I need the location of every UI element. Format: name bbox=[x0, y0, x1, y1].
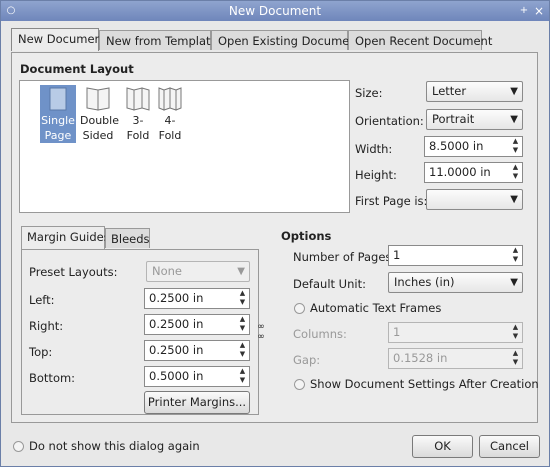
spin-arrows-icon[interactable]: ▲ ▼ bbox=[510, 349, 521, 368]
options-heading: Options bbox=[281, 229, 332, 243]
number-of-pages-label: Number of Pages: bbox=[293, 250, 396, 264]
bottom-margin-value: 0.5000 in bbox=[149, 369, 204, 383]
link-margins-icon[interactable]: ∞ ∞ bbox=[257, 322, 265, 342]
three-fold-icon bbox=[126, 87, 150, 111]
spin-arrows-icon[interactable]: ▲ ▼ bbox=[510, 246, 521, 265]
gap-label: Gap: bbox=[293, 353, 321, 367]
layout-double-sided[interactable]: Double Sided bbox=[80, 85, 119, 143]
close-icon[interactable]: × bbox=[532, 4, 546, 18]
double-sided-icon bbox=[86, 87, 110, 111]
orientation-label: Orientation: bbox=[355, 114, 424, 128]
bottom-margin-label: Bottom: bbox=[29, 371, 76, 385]
top-margin-label: Top: bbox=[29, 345, 53, 359]
show-settings-label: Show Document Settings After Creation bbox=[310, 377, 539, 391]
four-fold-icon bbox=[158, 87, 182, 111]
width-value: 8.5000 in bbox=[429, 139, 484, 153]
size-label: Size: bbox=[355, 86, 383, 100]
title-bar: ○ New Document + × bbox=[1, 1, 549, 21]
document-layout-list[interactable]: Single Page Double Sided 3- Fold 4- Fold bbox=[19, 80, 350, 213]
columns-value: 1 bbox=[393, 325, 401, 339]
preset-layouts-value: None bbox=[152, 264, 183, 278]
cancel-button[interactable]: Cancel bbox=[479, 435, 540, 458]
tab-margin-guides[interactable]: Margin Guides bbox=[21, 226, 110, 249]
ok-button[interactable]: OK bbox=[412, 435, 473, 458]
width-field[interactable]: 8.5000 in ▲ ▼ bbox=[424, 136, 523, 157]
preset-layouts-label: Preset Layouts: bbox=[29, 265, 118, 279]
spin-arrows-icon[interactable]: ▲ ▼ bbox=[237, 315, 248, 334]
spin-arrows-icon[interactable]: ▲ ▼ bbox=[510, 163, 521, 182]
layout-item-line2: Fold bbox=[158, 129, 182, 142]
right-margin-field[interactable]: 0.2500 in ▲ ▼ bbox=[144, 314, 250, 335]
new-document-dialog: ○ New Document + × New Document New from… bbox=[0, 0, 550, 467]
automatic-text-frames-checkbox[interactable] bbox=[294, 303, 305, 314]
document-layout-heading: Document Layout bbox=[20, 62, 134, 76]
columns-field[interactable]: 1 ▲ ▼ bbox=[388, 322, 523, 343]
chevron-down-icon: ▼ bbox=[510, 194, 518, 205]
columns-label: Columns: bbox=[293, 327, 347, 341]
layout-item-line2: Fold bbox=[126, 129, 150, 142]
top-margin-value: 0.2500 in bbox=[149, 343, 204, 357]
chevron-down-icon: ▼ bbox=[510, 86, 518, 97]
spin-arrows-icon[interactable]: ▲ ▼ bbox=[510, 323, 521, 342]
number-of-pages-value: 1 bbox=[393, 248, 401, 262]
window-title: New Document bbox=[228, 4, 322, 18]
orientation-select[interactable]: Portrait ▼ bbox=[426, 109, 523, 130]
size-value: Letter bbox=[432, 84, 467, 98]
height-value: 11.0000 in bbox=[429, 165, 491, 179]
layout-item-line1: Double bbox=[80, 114, 119, 127]
automatic-text-frames-label: Automatic Text Frames bbox=[310, 301, 442, 315]
default-unit-label: Default Unit: bbox=[293, 277, 366, 291]
left-margin-label: Left: bbox=[29, 293, 55, 307]
printer-margins-button[interactable]: Printer Margins... bbox=[144, 391, 250, 414]
orientation-value: Portrait bbox=[432, 112, 475, 126]
help-icon[interactable]: + bbox=[517, 4, 531, 18]
layout-item-line1: 3- bbox=[132, 114, 144, 127]
right-margin-label: Right: bbox=[29, 319, 64, 333]
size-select[interactable]: Letter ▼ bbox=[426, 81, 523, 102]
spin-arrows-icon[interactable]: ▲ ▼ bbox=[510, 137, 521, 156]
dont-show-checkbox[interactable] bbox=[13, 441, 24, 452]
preset-layouts-select[interactable]: None ▼ bbox=[146, 261, 250, 282]
left-margin-value: 0.2500 in bbox=[149, 291, 204, 305]
height-label: Height: bbox=[355, 168, 397, 182]
layout-item-line2: Sided bbox=[82, 129, 114, 142]
spin-arrows-icon[interactable]: ▲ ▼ bbox=[237, 289, 248, 308]
layout-item-line1: Single bbox=[41, 114, 75, 127]
first-page-label: First Page is: bbox=[355, 194, 428, 208]
layout-single-page[interactable]: Single Page bbox=[40, 85, 76, 143]
height-field[interactable]: 11.0000 in ▲ ▼ bbox=[424, 162, 523, 183]
single-page-icon bbox=[49, 87, 67, 111]
tab-new-from-template[interactable]: New from Template bbox=[99, 30, 218, 50]
bottom-margin-field[interactable]: 0.5000 in ▲ ▼ bbox=[144, 366, 250, 387]
chevron-down-icon: ▼ bbox=[237, 266, 245, 277]
spin-arrows-icon[interactable]: ▲ ▼ bbox=[237, 341, 248, 360]
left-margin-field[interactable]: 0.2500 in ▲ ▼ bbox=[144, 288, 250, 309]
default-unit-value: Inches (in) bbox=[394, 275, 455, 289]
dont-show-label: Do not show this dialog again bbox=[29, 439, 200, 453]
tab-new-document[interactable]: New Document bbox=[11, 28, 106, 51]
first-page-select[interactable]: ▼ bbox=[426, 189, 523, 210]
gap-field[interactable]: 0.1528 in ▲ ▼ bbox=[388, 348, 523, 369]
tab-open-recent-document[interactable]: Open Recent Document bbox=[348, 30, 492, 50]
top-margin-field[interactable]: 0.2500 in ▲ ▼ bbox=[144, 340, 250, 361]
gap-value: 0.1528 in bbox=[393, 351, 448, 365]
tab-bleeds[interactable]: Bleeds bbox=[105, 228, 150, 248]
default-unit-select[interactable]: Inches (in) ▼ bbox=[388, 272, 523, 293]
layout-item-line2: Page bbox=[44, 129, 72, 142]
layout-item-line1: 4- bbox=[164, 114, 176, 127]
layout-3-fold[interactable]: 3- Fold bbox=[120, 85, 156, 143]
chevron-down-icon: ▼ bbox=[510, 114, 518, 125]
tab-open-existing-document[interactable]: Open Existing Document bbox=[211, 30, 361, 50]
spin-arrows-icon[interactable]: ▲ ▼ bbox=[237, 367, 248, 386]
right-margin-value: 0.2500 in bbox=[149, 317, 204, 331]
width-label: Width: bbox=[355, 142, 393, 156]
number-of-pages-field[interactable]: 1 ▲ ▼ bbox=[388, 245, 523, 266]
show-settings-checkbox[interactable] bbox=[294, 379, 305, 390]
chevron-down-icon: ▼ bbox=[510, 277, 518, 288]
layout-4-fold[interactable]: 4- Fold bbox=[152, 85, 188, 143]
